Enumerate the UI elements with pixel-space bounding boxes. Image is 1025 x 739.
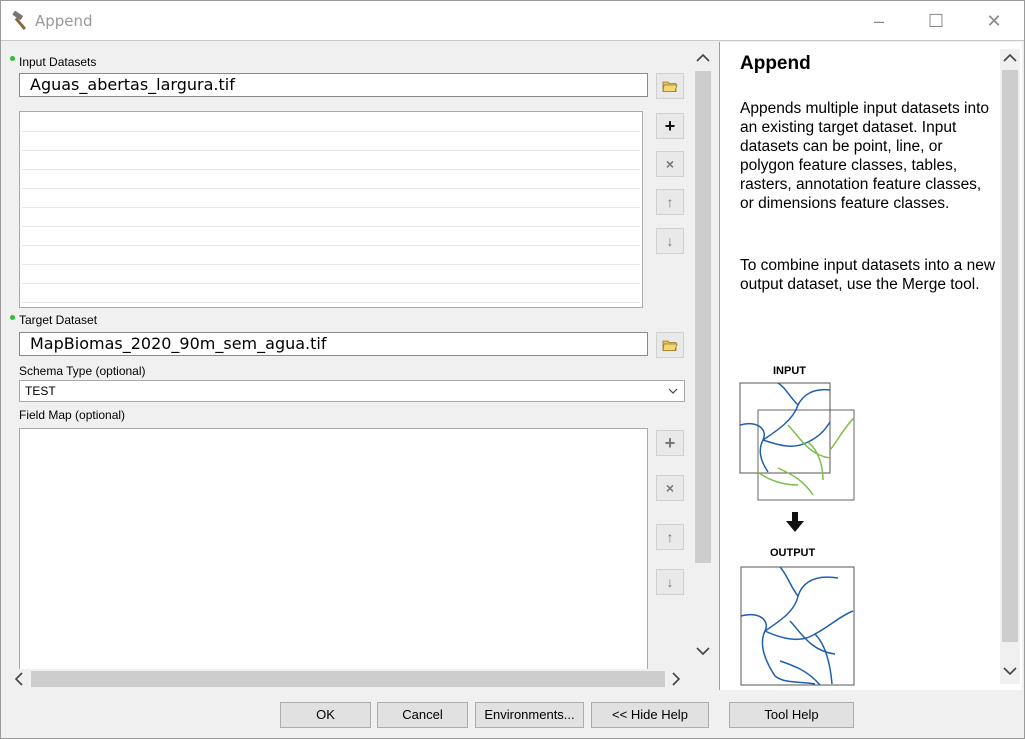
arrow-down-icon [786, 512, 804, 532]
remove-input-button[interactable]: × [656, 151, 684, 177]
move-down-input-button[interactable]: ↓ [656, 228, 684, 254]
required-indicator [10, 315, 15, 320]
scroll-thumb[interactable] [1002, 70, 1018, 642]
input-diagram [739, 382, 855, 501]
scroll-thumb[interactable] [695, 71, 711, 563]
add-input-button[interactable]: + [656, 113, 684, 139]
output-diagram [740, 566, 855, 686]
move-up-field-button[interactable]: ↑ [656, 524, 684, 550]
help-panel: Append Appends multiple input datasets i… [719, 42, 1022, 690]
form-vertical-scrollbar[interactable] [693, 49, 713, 664]
remove-field-button[interactable]: × [656, 475, 684, 501]
hammer-icon [12, 10, 27, 31]
schema-type-value: TEST [25, 384, 56, 398]
ok-button[interactable]: OK [280, 702, 371, 728]
chevron-down-icon[interactable] [1003, 666, 1017, 676]
diagram-output-label: OUTPUT [770, 547, 816, 559]
list-row [22, 302, 640, 303]
input-datasets-label: Input Datasets [19, 55, 97, 69]
help-title: Append [740, 53, 811, 74]
list-row [22, 264, 640, 265]
window-title: Append [35, 12, 93, 30]
help-description: Appends multiple input datasets into an … [740, 100, 990, 212]
chevron-right-icon[interactable] [671, 672, 681, 686]
chevron-down-icon [668, 388, 678, 394]
list-row [22, 150, 640, 151]
schema-type-label: Schema Type (optional) [19, 364, 146, 378]
required-indicator [10, 56, 15, 61]
input-datasets-list[interactable] [19, 111, 643, 308]
schema-type-select[interactable]: TEST [19, 380, 685, 402]
list-row [22, 188, 640, 189]
folder-icon [662, 340, 678, 351]
cancel-button[interactable]: Cancel [377, 702, 468, 728]
chevron-up-icon[interactable] [1003, 53, 1017, 63]
diagram-input-label: INPUT [773, 365, 806, 377]
list-row [22, 169, 640, 170]
field-map-list[interactable] [19, 428, 648, 669]
input-datasets-field[interactable]: Aguas_abertas_largura.tif [19, 73, 648, 97]
chevron-up-icon[interactable] [696, 53, 710, 63]
chevron-down-icon[interactable] [696, 646, 710, 656]
minimize-button[interactable]: – [867, 9, 891, 33]
append-dialog: Append – ☐ ✕ Input Datasets Aguas_aberta… [0, 0, 1025, 739]
maximize-button[interactable]: ☐ [924, 9, 948, 33]
folder-icon [662, 81, 678, 92]
close-button[interactable]: ✕ [982, 9, 1006, 33]
hide-help-button[interactable]: << Hide Help [591, 702, 709, 728]
help-merge-note: To combine input datasets into a new out… [740, 257, 996, 293]
list-row [22, 245, 640, 246]
environments-button[interactable]: Environments... [475, 702, 584, 728]
add-field-button[interactable]: + [656, 430, 684, 456]
browse-target-button[interactable] [656, 332, 684, 358]
title-bar: Append – ☐ ✕ [1, 1, 1024, 40]
form-horizontal-scrollbar[interactable] [11, 669, 687, 689]
help-vertical-scrollbar[interactable] [1000, 49, 1020, 684]
list-row [22, 131, 640, 132]
scroll-thumb[interactable] [31, 671, 665, 687]
list-row [22, 207, 640, 208]
move-up-input-button[interactable]: ↑ [656, 189, 684, 215]
title-separator [1, 40, 1024, 41]
list-row [22, 226, 640, 227]
browse-input-button[interactable] [656, 73, 684, 99]
move-down-field-button[interactable]: ↓ [656, 569, 684, 595]
field-map-label: Field Map (optional) [19, 408, 126, 422]
target-dataset-field[interactable]: MapBiomas_2020_90m_sem_agua.tif [19, 332, 648, 356]
list-row [22, 283, 640, 284]
tool-help-button[interactable]: Tool Help [729, 702, 854, 728]
target-dataset-label: Target Dataset [19, 313, 98, 327]
chevron-left-icon[interactable] [14, 672, 24, 686]
